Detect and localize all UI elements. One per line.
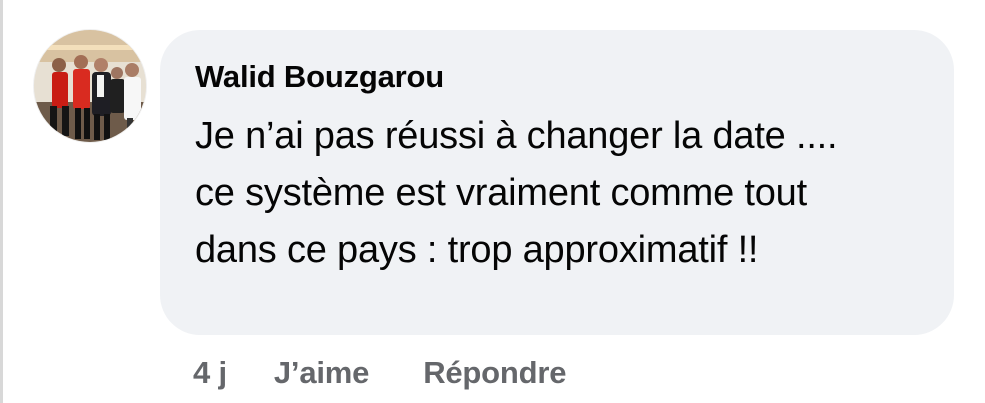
like-button[interactable]: J’aime: [274, 355, 370, 391]
comment-text: Je n’ai pas réussi à changer la date ...…: [195, 115, 838, 271]
profile-photo-icon: [34, 30, 146, 142]
comment-actions: 4 j J’aime Répondre: [193, 352, 566, 394]
reply-button[interactable]: Répondre: [423, 355, 566, 391]
comment-bubble: Walid Bouzgarou Je n’ai pas réussi à cha…: [160, 30, 954, 335]
avatar[interactable]: [34, 30, 146, 142]
left-divider: [0, 0, 3, 403]
author-name[interactable]: Walid Bouzgarou: [195, 58, 444, 96]
comment-time[interactable]: 4 j: [193, 355, 227, 391]
